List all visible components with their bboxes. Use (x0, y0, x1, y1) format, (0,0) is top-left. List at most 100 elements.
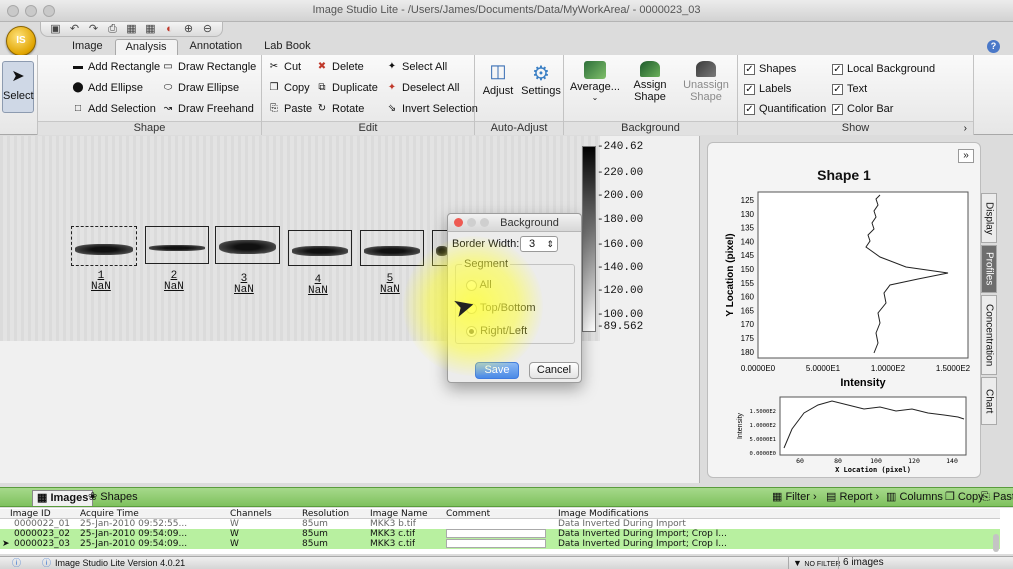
undo-icon[interactable]: ↶ (68, 23, 81, 35)
y-tick-label: 170 (741, 320, 755, 329)
save-icon[interactable]: ▣ (49, 23, 62, 35)
background-group-title: Background (564, 121, 737, 135)
show-quantification-checkbox[interactable]: ✓ Quantification (744, 101, 826, 117)
side-tabs: Display Profiles Concentration Chart (981, 193, 997, 433)
column-header-image-modifications[interactable]: Image Modifications (558, 509, 649, 519)
band-shape-5[interactable] (360, 230, 424, 266)
export-icon[interactable]: ▦ (125, 23, 138, 35)
side-tab-profiles[interactable]: Profiles (981, 245, 997, 293)
color-icon[interactable]: ◐ (163, 23, 176, 35)
mini-ylabel: Intensity (737, 412, 744, 439)
tab-image[interactable]: Image (62, 39, 113, 55)
colorbar-tick: -140.00 (597, 262, 644, 274)
info-icon[interactable]: ⓘ (12, 557, 21, 569)
segment-option-right-left[interactable]: Right/Left (466, 325, 527, 337)
column-header-image-name[interactable]: Image Name (370, 509, 428, 519)
images-icon: ▦ (37, 492, 51, 504)
zoom-in-icon[interactable]: ⊕ (182, 23, 195, 35)
band-shape-6[interactable] (432, 230, 448, 266)
band-shape-3[interactable] (215, 226, 280, 264)
x-tick-label: 5.0000E1 (806, 364, 841, 373)
dialog-close-icon[interactable] (454, 218, 463, 227)
column-header-image-id[interactable]: Image ID (10, 509, 51, 519)
band-shape-2[interactable] (145, 226, 209, 264)
help-icon[interactable]: ? (987, 40, 1000, 53)
x-tick-label: 1.0000E2 (871, 364, 906, 373)
adjust-button[interactable]: ◫ Adjust (479, 61, 517, 97)
dialog-title: Background (448, 214, 581, 232)
copy-button[interactable]: ❐ Copy (268, 80, 310, 96)
cancel-button[interactable]: Cancel (529, 362, 579, 379)
table-row[interactable]: 0000023_02 25-Jan-2010 09:54:09... W 85u… (0, 529, 1000, 539)
quick-access-toolbar: ▣ ↶ ↷ ⎙ ▦ ▦ ◐ ⊕ ⊖ (40, 21, 223, 37)
select-all-button[interactable]: ✦ Select All (386, 59, 447, 75)
save-button[interactable]: Save (475, 362, 519, 379)
report-button[interactable]: ▤ Report › (826, 490, 879, 506)
copy-table-button[interactable]: ❐ Copy (945, 490, 984, 506)
draw-freehand-button[interactable]: ↝ Draw Freehand (162, 101, 254, 117)
cut-button[interactable]: ✂ Cut (268, 59, 301, 75)
mini-y-tick-label: 1.0000E2 (750, 423, 777, 429)
column-header-channels[interactable]: Channels (230, 509, 272, 519)
draw-rectangle-button[interactable]: ▭ Draw Rectangle (162, 59, 256, 75)
show-color-bar-checkbox[interactable]: ✓ Color Bar (832, 101, 893, 117)
version-text: Image Studio Lite Version 4.0.21 (55, 558, 186, 568)
band-shape-1[interactable] (71, 226, 137, 266)
shapes-icon: ❀ (88, 491, 101, 503)
average-button[interactable]: Average... ⌄ (568, 61, 622, 102)
table-scrollbar[interactable] (993, 534, 999, 552)
select-button[interactable]: ➤ Select (2, 61, 34, 113)
side-tab-concentration[interactable]: Concentration (981, 295, 997, 375)
filter-status[interactable]: ▼ NO FILTER (788, 557, 840, 569)
columns-button[interactable]: ▥ Columns (886, 490, 943, 506)
mini-x-tick-label: 140 (946, 457, 958, 465)
paste-button[interactable]: ⎘ Paste (268, 101, 312, 117)
table-row[interactable]: 0000022_01 25-Jan-2010 09:52:55... W 85u… (0, 519, 1000, 529)
border-width-spinner[interactable]: 3 ⇕ (520, 236, 558, 252)
unassign-shape-button[interactable]: Unassign Shape (678, 61, 734, 103)
show-shapes-checkbox[interactable]: ✓ Shapes (744, 61, 796, 77)
filter-button[interactable]: ▦ Filter › (772, 490, 817, 506)
table-row-selected[interactable]: ➤ 0000023_03 25-Jan-2010 09:54:09... W 8… (0, 539, 1000, 549)
title-bar: Image Studio Lite - /Users/James/Documen… (0, 0, 1013, 22)
spinner-arrows-icon[interactable]: ⇕ (546, 237, 554, 251)
mini-x-tick-label: 120 (908, 457, 920, 465)
band-signal (219, 239, 276, 254)
column-header-resolution[interactable]: Resolution (302, 509, 349, 519)
tab-shapes[interactable]: ❀ Shapes (84, 490, 142, 506)
zoom-out-icon[interactable]: ⊖ (201, 23, 214, 35)
copy-table-icon: ❐ (945, 491, 958, 503)
add-selection-button[interactable]: □ Add Selection (72, 101, 156, 117)
show-local-background-checkbox[interactable]: ✓ Local Background (832, 61, 935, 77)
tab-annotation[interactable]: Annotation (180, 39, 253, 55)
settings-button[interactable]: ⚙ Settings (519, 61, 563, 97)
rotate-button[interactable]: ↻ Rotate (316, 101, 365, 117)
paste-table-button[interactable]: ⎘ Paste (981, 490, 1013, 506)
assign-shape-button[interactable]: Assign Shape (624, 61, 676, 103)
freehand-icon: ↝ (163, 103, 173, 114)
show-labels-checkbox[interactable]: ✓ Labels (744, 81, 791, 97)
paste-icon: ⎘ (270, 103, 278, 114)
add-rectangle-button[interactable]: ▬ Add Rectangle (72, 59, 160, 75)
invert-selection-button[interactable]: ⇘ Invert Selection (386, 101, 478, 117)
grid-icon[interactable]: ▦ (144, 23, 157, 35)
draw-ellipse-button[interactable]: ⬭ Draw Ellipse (162, 80, 239, 96)
show-text-checkbox[interactable]: ✓ Text (832, 81, 867, 97)
app-logo-button[interactable]: IS (6, 26, 36, 56)
shape-group: ▬ Add Rectangle ▭ Draw Rectangle ⬤ Add Elli… (38, 55, 262, 135)
delete-button[interactable]: ✖ Delete (316, 59, 364, 75)
column-header-comment[interactable]: Comment (446, 509, 490, 519)
deselect-all-button[interactable]: ✦ Deselect All (386, 80, 460, 96)
print-icon[interactable]: ⎙ (106, 23, 119, 35)
redo-icon[interactable]: ↷ (87, 23, 100, 35)
tab-analysis[interactable]: Analysis (114, 39, 178, 55)
band-shape-4[interactable] (288, 230, 352, 266)
duplicate-button[interactable]: ⧉ Duplicate (316, 80, 377, 96)
side-tab-display[interactable]: Display (981, 193, 997, 243)
show-more-chevron-icon[interactable]: › (964, 123, 967, 134)
tab-lab-book[interactable]: Lab Book (254, 39, 320, 55)
column-header-acquire-time[interactable]: Acquire Time (80, 509, 139, 519)
mini-xlabel: X Location (pixel) (835, 466, 911, 474)
side-tab-chart[interactable]: Chart (981, 377, 997, 425)
add-ellipse-button[interactable]: ⬤ Add Ellipse (72, 80, 143, 96)
